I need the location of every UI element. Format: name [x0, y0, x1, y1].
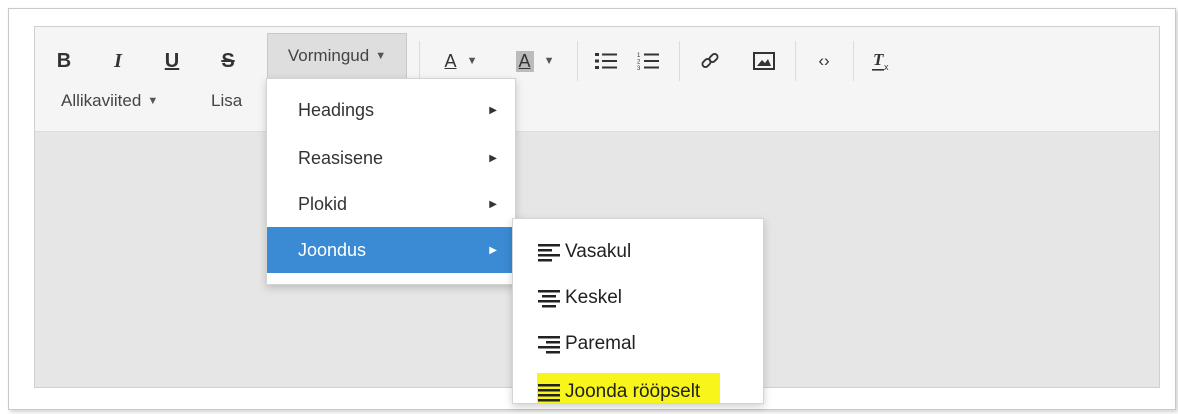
clear-formatting-icon: T x — [872, 50, 889, 72]
bulleted-list-button[interactable] — [591, 41, 621, 81]
text-color-button[interactable]: A ▼ — [433, 41, 489, 81]
chevron-right-icon: ▶ — [489, 198, 497, 210]
svg-text:T: T — [873, 50, 884, 69]
menu-item-blocks[interactable]: Plokid ▶ — [267, 181, 513, 227]
code-icon: ‹› — [818, 51, 830, 70]
menu-item-label: Joondus — [298, 239, 367, 260]
formats-menu: Headings ▶ Reasisene ▶ Plokid ▶ Joondus … — [266, 78, 516, 285]
menu-item-inline[interactable]: Reasisene ▶ — [267, 135, 513, 181]
menu-item-headings[interactable]: Headings ▶ — [267, 87, 513, 133]
submenu-item-label: Vasakul — [565, 241, 632, 262]
svg-text:1: 1 — [637, 53, 641, 59]
svg-text:2: 2 — [637, 60, 641, 66]
insert-button[interactable]: Lisa — [211, 91, 242, 111]
caret-down-icon: ▼ — [147, 95, 159, 107]
svg-text:x: x — [884, 62, 889, 72]
caret-down-icon: ▼ — [375, 50, 387, 62]
align-center-icon — [538, 290, 560, 308]
caret-down-icon: ▼ — [466, 55, 478, 67]
image-icon — [753, 52, 775, 70]
references-label: Allikaviited — [61, 91, 142, 110]
chevron-right-icon: ▶ — [489, 152, 497, 164]
align-left-icon — [538, 244, 560, 262]
insert-label: Lisa — [211, 91, 243, 110]
toolbar-separator — [577, 41, 578, 81]
text-color-icon: A — [444, 50, 457, 71]
link-icon — [701, 53, 719, 68]
bulleted-list-icon — [595, 53, 617, 69]
caret-down-icon: ▼ — [543, 55, 555, 67]
formats-dropdown-button[interactable]: Vormingud ▼ — [267, 33, 407, 79]
menu-item-alignment[interactable]: Joondus ▶ — [267, 227, 513, 273]
submenu-item-label: Joonda rööpselt — [565, 381, 701, 402]
italic-button[interactable]: I — [105, 41, 131, 81]
submenu-item-align-left[interactable]: Vasakul — [537, 233, 631, 271]
editor-toolbar: B I U S Vormingud ▼ A ▼ A ▼ 1 2 3 ‹› T x… — [35, 27, 1159, 132]
menu-item-label: Plokid — [298, 193, 348, 214]
submenu-item-align-right[interactable]: Paremal — [537, 325, 636, 363]
underline-button[interactable]: U — [159, 41, 185, 81]
source-code-button[interactable]: ‹› — [809, 41, 839, 81]
submenu-item-align-justify[interactable]: Joonda rööpselt — [537, 373, 721, 403]
numbered-list-icon: 1 2 3 — [637, 53, 659, 71]
references-dropdown-button[interactable]: Allikaviited ▼ — [61, 91, 158, 111]
formats-label: Vormingud — [287, 46, 370, 65]
chevron-right-icon: ▶ — [489, 244, 497, 256]
toolbar-separator — [795, 41, 796, 81]
chevron-right-icon: ▶ — [489, 104, 497, 116]
toolbar-separator — [419, 41, 420, 81]
link-button[interactable] — [695, 41, 725, 81]
align-justify-icon — [538, 384, 560, 402]
clear-formatting-button[interactable]: T x — [867, 41, 897, 81]
bold-button[interactable]: B — [51, 41, 77, 81]
toolbar-separator — [679, 41, 680, 81]
background-color-button[interactable]: A ▼ — [505, 41, 565, 81]
svg-text:3: 3 — [637, 66, 641, 71]
background-color-icon: A — [515, 50, 534, 72]
menu-item-label: Headings — [298, 99, 375, 120]
submenu-item-label: Keskel — [565, 287, 623, 308]
toolbar-separator — [853, 41, 854, 81]
menu-item-label: Reasisene — [298, 147, 384, 168]
image-button[interactable] — [747, 41, 781, 81]
submenu-item-label: Paremal — [565, 333, 636, 354]
numbered-list-button[interactable]: 1 2 3 — [633, 41, 663, 81]
alignment-submenu: Vasakul Keskel Paremal Joonda rööpselt — [512, 218, 764, 404]
align-right-icon — [538, 336, 560, 354]
submenu-item-align-center[interactable]: Keskel — [537, 279, 622, 317]
strikethrough-button[interactable]: S — [215, 41, 241, 81]
